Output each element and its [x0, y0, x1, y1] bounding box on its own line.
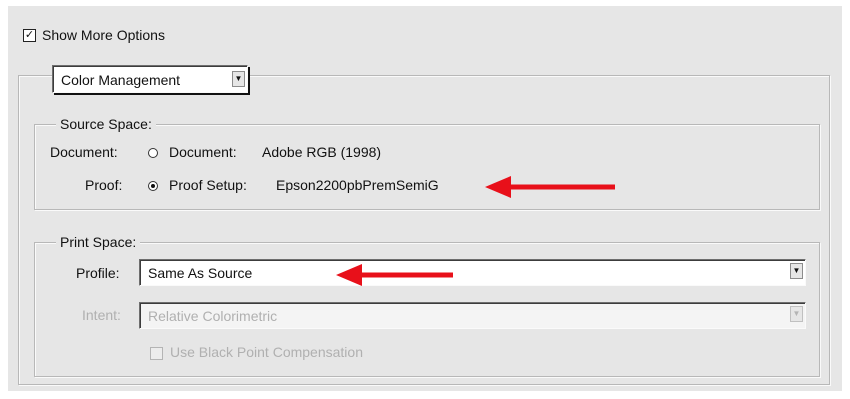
proof-row-label: Proof:	[85, 177, 123, 193]
section-select-value: Color Management	[61, 72, 181, 88]
print-options-panel: ✓ Show More Options Color Management ▼ S…	[8, 6, 842, 391]
document-radio[interactable]	[148, 148, 158, 158]
document-row-label: Document:	[50, 144, 118, 160]
profile-select[interactable]: Same As Source ▼	[139, 259, 806, 286]
proof-setup-radio[interactable]	[148, 181, 158, 191]
checkmark-icon: ✓	[24, 29, 35, 41]
source-space-legend: Source Space:	[56, 116, 156, 132]
document-profile-value: Adobe RGB (1998)	[262, 144, 382, 160]
section-select[interactable]: Color Management ▼	[52, 65, 248, 93]
intent-select[interactable]: Relative Colorimetric ▼	[139, 302, 806, 329]
intent-label: Intent:	[82, 307, 121, 323]
show-more-options-label: Show More Options	[42, 27, 165, 43]
black-point-compensation-label: Use Black Point Compensation	[170, 344, 363, 360]
annotation-arrow-icon	[336, 264, 453, 286]
chevron-down-icon: ▼	[232, 71, 245, 87]
print-space-legend: Print Space:	[56, 234, 141, 250]
proof-setup-label: Proof Setup:	[169, 177, 247, 193]
chevron-down-icon: ▼	[790, 263, 803, 279]
annotation-arrow-icon	[485, 176, 615, 198]
black-point-compensation-checkbox[interactable]	[150, 347, 163, 360]
document-option-label: Document:	[169, 144, 237, 160]
intent-select-value: Relative Colorimetric	[148, 308, 278, 324]
profile-label: Profile:	[76, 265, 120, 281]
profile-select-value: Same As Source	[148, 265, 253, 281]
show-more-options-checkbox[interactable]: ✓	[23, 29, 36, 42]
chevron-down-icon: ▼	[790, 306, 803, 322]
proof-setup-value: Epson2200pbPremSemiG	[276, 177, 439, 193]
source-space-group	[34, 124, 820, 210]
